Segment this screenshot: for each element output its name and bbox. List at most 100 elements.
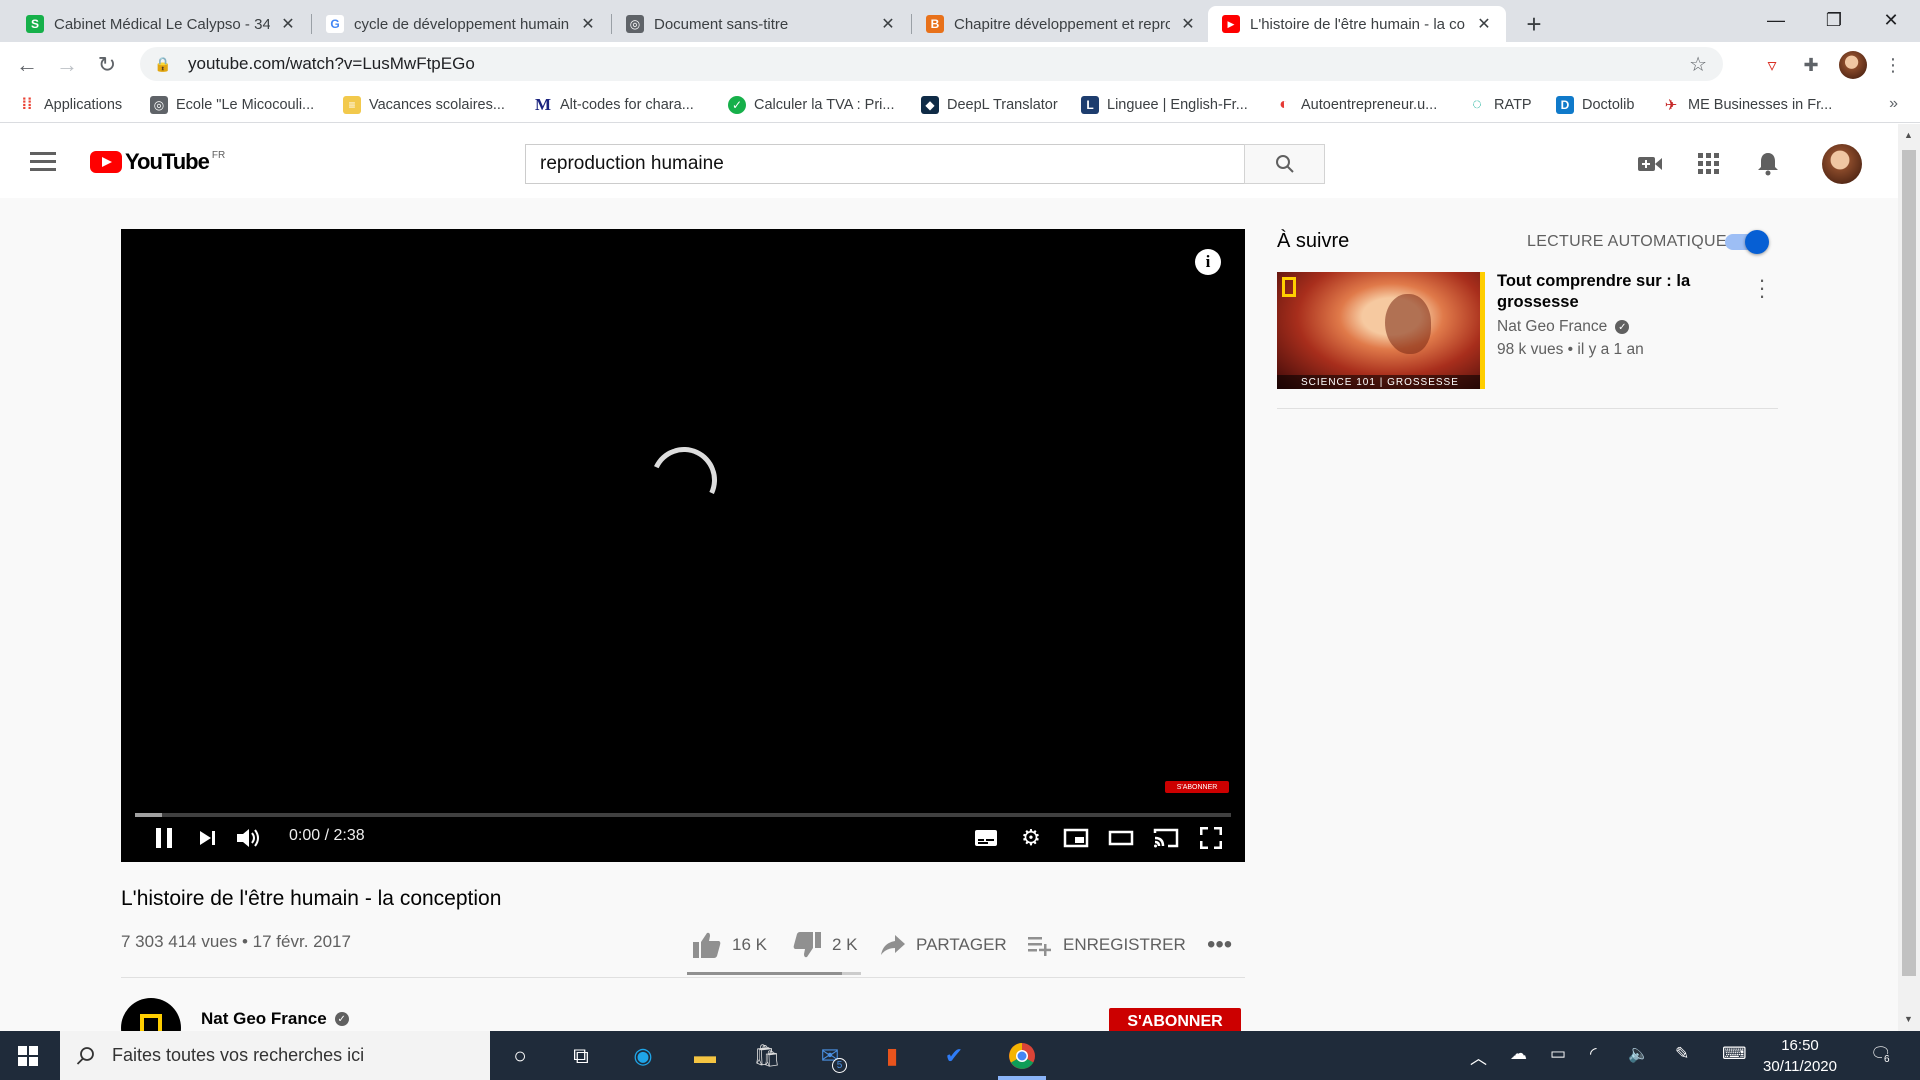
- chrome-icon[interactable]: [998, 1039, 1046, 1073]
- close-icon[interactable]: ✕: [280, 14, 296, 34]
- bookmark-star-icon[interactable]: ☆: [1689, 52, 1707, 77]
- tab-chapitre[interactable]: B Chapitre développement et repro ✕: [912, 6, 1210, 42]
- extensions-puzzle-icon[interactable]: ✚: [1798, 52, 1824, 78]
- tab-document[interactable]: ◎ Document sans-titre ✕: [612, 6, 910, 42]
- bookmark-doctolib[interactable]: D Doctolib: [1556, 93, 1634, 117]
- miniplayer-button[interactable]: [1061, 823, 1091, 853]
- keyboard-icon[interactable]: ⌨: [1722, 1044, 1747, 1064]
- scroll-up-icon[interactable]: ▲: [1904, 130, 1913, 140]
- video-player[interactable]: i S'ABONNER 0:00 / 2:38 ⚙: [121, 229, 1245, 862]
- dislike-button[interactable]: 2 K: [792, 930, 858, 960]
- pen-workspace-icon[interactable]: ✎: [1675, 1044, 1689, 1064]
- windows-start-icon[interactable]: [18, 1046, 38, 1066]
- reload-icon[interactable]: ↻: [92, 50, 122, 80]
- file-explorer-icon[interactable]: ▬: [688, 1039, 722, 1073]
- playlist-add-icon: [1028, 937, 1051, 956]
- create-video-icon[interactable]: [1636, 151, 1664, 177]
- restore-icon[interactable]: ❐: [1805, 0, 1863, 40]
- more-actions-icon[interactable]: •••: [1207, 930, 1232, 960]
- page-scrollbar[interactable]: ▲ ▼: [1898, 124, 1920, 1031]
- close-icon[interactable]: ✕: [1180, 14, 1196, 34]
- back-icon[interactable]: ←: [12, 50, 42, 80]
- youtube-logo[interactable]: YouTube FR: [90, 151, 225, 173]
- sentiment-bar: [687, 972, 861, 975]
- speaker-icon[interactable]: 🔈: [1628, 1044, 1649, 1064]
- close-window-icon[interactable]: ✕: [1862, 0, 1920, 40]
- next-button[interactable]: [193, 823, 221, 853]
- edge-browser-icon[interactable]: ◉: [626, 1039, 660, 1073]
- channel-name[interactable]: Nat Geo France ✓: [201, 1009, 349, 1029]
- bookmark-linguee[interactable]: L Linguee | English-Fr...: [1081, 93, 1248, 117]
- tab-cabinet-medical[interactable]: S Cabinet Médical Le Calypso - 34 ✕: [12, 6, 310, 42]
- pocket-extension-icon[interactable]: ▿: [1759, 52, 1785, 78]
- scrollbar-thumb[interactable]: [1902, 150, 1916, 976]
- more-options-icon[interactable]: · · ·: [1755, 269, 1769, 307]
- save-button[interactable]: ENREGISTRER: [1027, 930, 1186, 960]
- youtube-play-icon: [90, 151, 122, 173]
- share-button[interactable]: PARTAGER: [880, 930, 1007, 960]
- search-button[interactable]: [1244, 144, 1325, 184]
- bookmark-ratp[interactable]: ◌ RATP: [1468, 93, 1532, 117]
- address-bar[interactable]: 🔒 youtube.com/watch?v=LusMwFtpEGo ☆: [140, 47, 1723, 81]
- country-code: FR: [211, 150, 226, 161]
- tab-youtube-active[interactable]: ▶ L'histoire de l'être humain - la co ✕: [1208, 6, 1506, 42]
- cast-button[interactable]: [1151, 823, 1181, 853]
- close-icon[interactable]: ✕: [1476, 14, 1492, 34]
- bookmark-deepl[interactable]: ◆ DeepL Translator: [921, 93, 1058, 117]
- subscribe-button[interactable]: S'ABONNER: [1109, 1008, 1241, 1031]
- menu-hamburger-icon[interactable]: [30, 152, 56, 172]
- bookmark-vacances[interactable]: ≡ Vacances scolaires...: [343, 93, 505, 117]
- store-icon[interactable]: 🛍: [750, 1039, 784, 1073]
- bookmarks-overflow-icon[interactable]: »: [1889, 95, 1898, 113]
- volume-button[interactable]: [233, 823, 263, 853]
- close-icon[interactable]: ✕: [580, 14, 596, 34]
- close-icon[interactable]: ✕: [880, 14, 896, 34]
- taskbar-search-input[interactable]: Faites toutes vos recherches ici: [60, 1031, 490, 1080]
- battery-icon[interactable]: ▭: [1550, 1044, 1566, 1064]
- search-input[interactable]: reproduction humaine: [525, 144, 1245, 184]
- info-icon[interactable]: i: [1195, 249, 1221, 275]
- subscribe-watermark[interactable]: S'ABONNER: [1165, 781, 1229, 793]
- task-view-icon[interactable]: ⧉: [564, 1039, 598, 1073]
- recommended-thumbnail[interactable]: SCIENCE 101 | GROSSESSE: [1277, 272, 1485, 389]
- bookmark-apps[interactable]: ⁞⁞ Applications: [18, 93, 122, 117]
- bookmark-altcodes[interactable]: M Alt-codes for chara...: [534, 93, 694, 117]
- system-clock[interactable]: 16:50 30/11/2020: [1750, 1035, 1850, 1077]
- forward-icon[interactable]: →: [52, 50, 82, 80]
- mail-icon[interactable]: ✉ 5: [813, 1039, 847, 1073]
- notifications-center-icon[interactable]: 🗨 6: [1870, 1044, 1892, 1065]
- bookmark-autoentrepreneur[interactable]: ◐ Autoentrepreneur.u...: [1275, 93, 1437, 117]
- profile-avatar[interactable]: [1839, 51, 1867, 79]
- todo-check-icon[interactable]: ✔: [937, 1039, 971, 1073]
- pause-button[interactable]: [149, 823, 179, 853]
- recommended-title[interactable]: Tout comprendre sur : la grossesse: [1497, 271, 1727, 313]
- sentiment-likes-fill: [687, 972, 842, 975]
- theater-mode-button[interactable]: [1106, 823, 1136, 853]
- menu-kebab-icon[interactable]: ⋮: [1880, 52, 1906, 78]
- minimize-icon[interactable]: —: [1747, 0, 1805, 40]
- browser-toolbar: ← → ↻ 🔒 youtube.com/watch?v=LusMwFtpEGo …: [0, 42, 1920, 87]
- divider: [121, 977, 1245, 978]
- new-tab-button[interactable]: +: [1518, 8, 1550, 40]
- onedrive-cloud-icon[interactable]: ☁: [1510, 1044, 1527, 1064]
- progress-bar[interactable]: [135, 813, 1231, 817]
- apps-grid-icon[interactable]: [1695, 151, 1723, 177]
- scroll-down-icon[interactable]: ▼: [1904, 1014, 1913, 1024]
- account-avatar[interactable]: [1822, 144, 1862, 184]
- flag-icon: ✈: [1662, 96, 1680, 114]
- settings-button[interactable]: ⚙: [1016, 823, 1046, 853]
- fullscreen-button[interactable]: [1196, 823, 1226, 853]
- bookmark-tva[interactable]: ✓ Calculer la TVA : Pri...: [728, 93, 894, 117]
- subtitles-button[interactable]: [971, 823, 1001, 853]
- bookmark-ecole[interactable]: ◎ Ecole "Le Micocouli...: [150, 93, 314, 117]
- bookmark-me-businesses[interactable]: ✈ ME Businesses in Fr...: [1662, 93, 1832, 117]
- autoplay-toggle[interactable]: [1725, 230, 1769, 254]
- like-button[interactable]: 16 K: [692, 930, 767, 960]
- bookmark-label: ME Businesses in Fr...: [1688, 97, 1833, 113]
- tray-overflow-icon[interactable]: ︿: [1470, 1044, 1487, 1069]
- notifications-bell-icon[interactable]: [1754, 151, 1782, 177]
- cortana-icon[interactable]: ○: [503, 1039, 537, 1073]
- office-icon[interactable]: ▮: [875, 1039, 909, 1073]
- wifi-icon[interactable]: ◜: [1590, 1044, 1597, 1064]
- tab-google-search[interactable]: G cycle de développement humain ✕: [312, 6, 610, 42]
